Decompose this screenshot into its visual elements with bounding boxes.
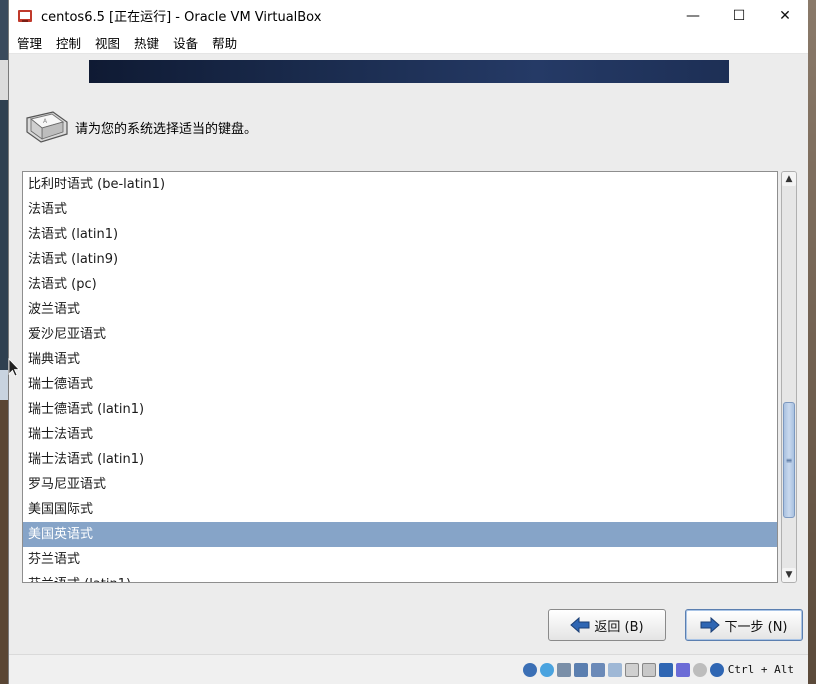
keyboard-icon: A <box>26 111 68 143</box>
host-key-icon[interactable] <box>709 662 724 677</box>
list-item-selected[interactable]: 美国英语式 <box>23 522 777 547</box>
audio-icon[interactable] <box>556 662 571 677</box>
optical-drive-icon[interactable] <box>539 662 554 677</box>
list-item[interactable]: 爱沙尼亚语式 <box>23 322 777 347</box>
menu-hotkeys[interactable]: 热键 <box>127 33 166 52</box>
chevron-down-icon: ▼ <box>785 570 793 580</box>
list-item[interactable]: 瑞士法语式 (latin1) <box>23 447 777 472</box>
installer-banner <box>89 60 729 83</box>
grip-icon: ≡ <box>785 455 793 465</box>
next-button[interactable]: 下一步 (N) <box>685 609 803 641</box>
menu-devices[interactable]: 设备 <box>166 33 205 52</box>
back-button-label: 返回 (B) <box>594 619 644 635</box>
menu-control[interactable]: 控制 <box>49 33 88 52</box>
arrow-left-icon <box>570 616 590 634</box>
keyboard-list[interactable]: 比利时语式 (be-latin1) 法语式 法语式 (latin1) 法语式 (… <box>22 171 778 583</box>
minimize-button[interactable]: — <box>670 0 716 31</box>
menu-manage[interactable]: 管理 <box>9 33 49 52</box>
keyboard-prompt: 请为您的系统选择适当的键盘。 <box>75 122 258 137</box>
recording-icon[interactable] <box>641 662 656 677</box>
chevron-up-icon: ▲ <box>785 174 793 184</box>
virtualbox-window: centos6.5 [正在运行] - Oracle VM VirtualBox … <box>8 0 808 684</box>
close-icon: ✕ <box>779 7 791 24</box>
list-item[interactable]: 法语式 (pc) <box>23 272 777 297</box>
next-button-label: 下一步 (N) <box>724 619 788 635</box>
arrow-right-icon <box>700 616 721 634</box>
vt-x-icon[interactable] <box>675 662 690 677</box>
maximize-icon: ☐ <box>732 7 746 24</box>
list-item[interactable]: 罗马尼亚语式 <box>23 472 777 497</box>
hard-disk-icon[interactable] <box>522 662 537 677</box>
display-icon[interactable] <box>624 662 639 677</box>
list-item[interactable]: 芬兰语式 (latin1) <box>23 572 777 582</box>
list-scrollbar[interactable]: ▲ ≡ ▼ <box>781 171 797 583</box>
list-item[interactable]: 瑞士法语式 <box>23 422 777 447</box>
desktop-background-left <box>0 0 8 684</box>
list-item[interactable]: 瑞士德语式 <box>23 372 777 397</box>
menu-bar: 管理 控制 视图 热键 设备 帮助 <box>9 31 808 54</box>
desktop-background-right <box>808 0 816 684</box>
list-item[interactable]: 法语式 <box>23 197 777 222</box>
mouse-cursor-icon <box>8 358 20 377</box>
network-icon[interactable] <box>573 662 588 677</box>
shared-folders-icon[interactable] <box>607 662 622 677</box>
title-bar[interactable]: centos6.5 [正在运行] - Oracle VM VirtualBox … <box>9 0 808 31</box>
scroll-down-button[interactable]: ▼ <box>782 568 796 582</box>
mouse-integration-icon[interactable] <box>692 662 707 677</box>
menu-view[interactable]: 视图 <box>88 33 127 52</box>
scroll-thumb[interactable]: ≡ <box>783 402 795 518</box>
list-item[interactable]: 比利时语式 (be-latin1) <box>23 172 777 197</box>
list-item[interactable]: 瑞典语式 <box>23 347 777 372</box>
maximize-button[interactable]: ☐ <box>716 0 762 31</box>
back-button[interactable]: 返回 (B) <box>548 609 666 641</box>
menu-help[interactable]: 帮助 <box>205 33 244 52</box>
usb-icon[interactable] <box>590 662 605 677</box>
list-item[interactable]: 波兰语式 <box>23 297 777 322</box>
close-button[interactable]: ✕ <box>762 0 808 31</box>
virtualbox-app-icon <box>18 9 32 22</box>
host-key-label: Ctrl + Alt <box>727 663 794 676</box>
list-item[interactable]: 法语式 (latin9) <box>23 247 777 272</box>
list-item[interactable]: 美国国际式 <box>23 497 777 522</box>
scroll-up-button[interactable]: ▲ <box>782 172 796 186</box>
virtualization-icon[interactable] <box>658 662 673 677</box>
window-title: centos6.5 [正在运行] - Oracle VM VirtualBox <box>41 10 322 25</box>
vm-display[interactable]: A 请为您的系统选择适当的键盘。 比利时语式 (be-latin1) 法语式 法… <box>9 54 808 654</box>
minimize-icon: — <box>686 7 700 24</box>
list-item[interactable]: 瑞士德语式 (latin1) <box>23 397 777 422</box>
list-item[interactable]: 法语式 (latin1) <box>23 222 777 247</box>
status-bar: Ctrl + Alt <box>9 654 808 684</box>
list-item[interactable]: 芬兰语式 <box>23 547 777 572</box>
